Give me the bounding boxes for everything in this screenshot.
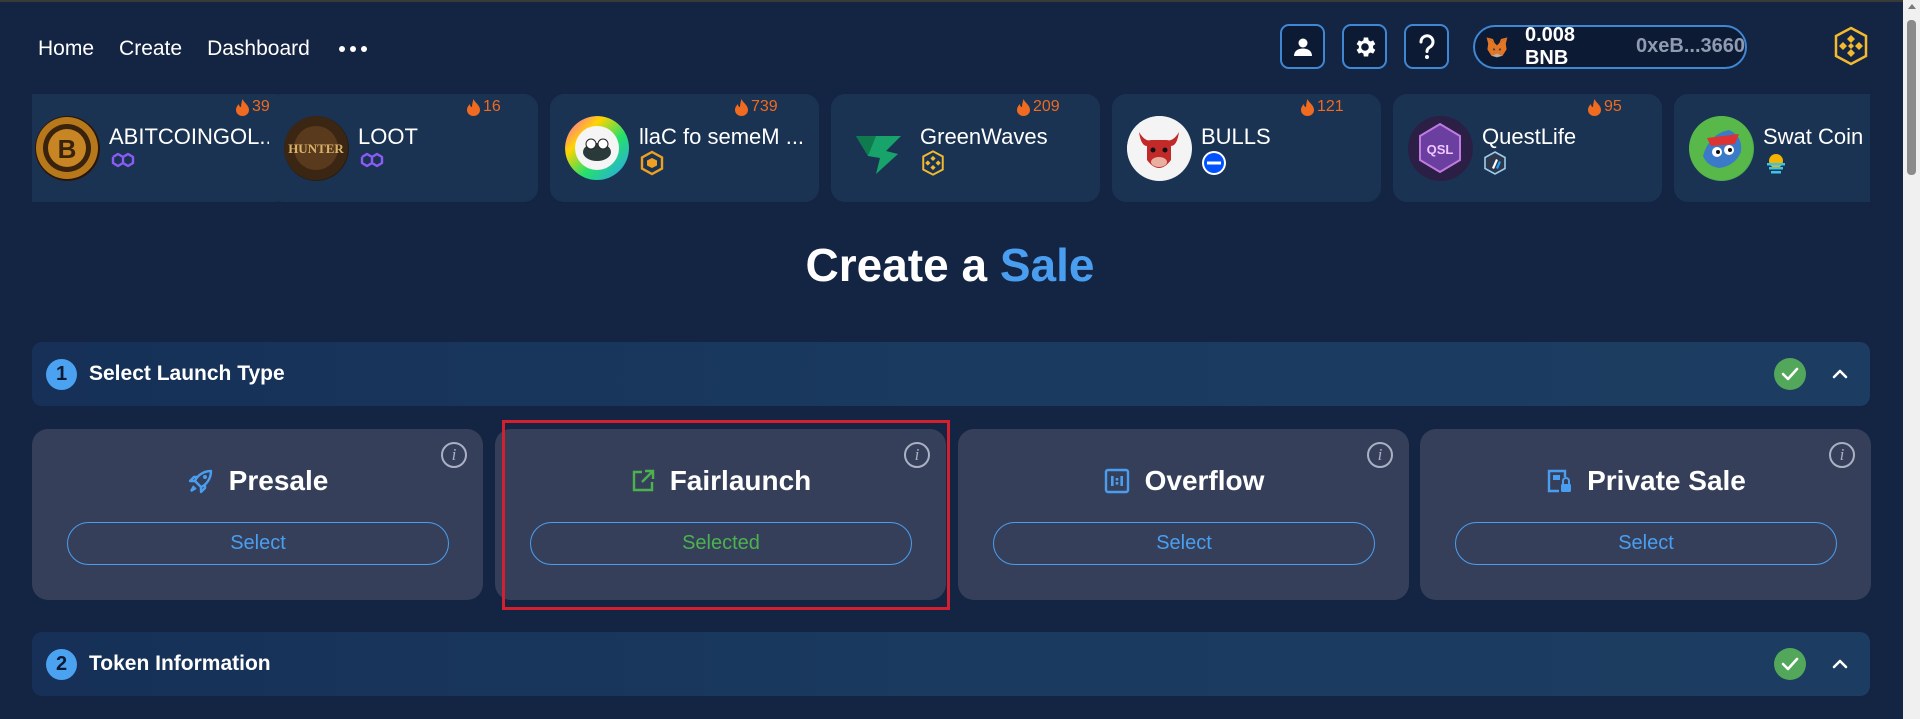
fire-icon [1301, 98, 1314, 116]
base-icon [1201, 150, 1227, 181]
scrollbar-thumb[interactable] [1907, 20, 1916, 175]
token-name: Swat Coin [1763, 124, 1864, 149]
trend-count: 95 [1588, 98, 1622, 116]
token-logo: HUNTER [284, 116, 349, 181]
gear-icon [1356, 36, 1375, 57]
more-dot-icon [349, 46, 356, 52]
select-presale-button[interactable]: Select [67, 522, 449, 565]
token-logo: QSL [1408, 116, 1473, 181]
launch-card-private-sale[interactable]: i Private Sale Select [1420, 429, 1871, 600]
token-logo [1689, 116, 1754, 181]
polygon-icon [109, 150, 137, 175]
more-dot-icon [338, 46, 345, 52]
trending-card[interactable]: B 39 ABITCOINGOL... [32, 94, 289, 202]
fire-icon [236, 98, 249, 116]
svg-text:B: B [58, 134, 77, 164]
token-name: BULLS [1201, 124, 1271, 149]
profile-button[interactable] [1280, 24, 1325, 69]
hexagon-chain-icon [639, 150, 665, 181]
question-icon [1418, 33, 1434, 59]
trending-card[interactable]: HUNTER 16 LOOT [269, 94, 538, 202]
trending-strip: B 39 ABITCOINGOL... HUNTER 16 LOOT 739 l… [32, 94, 1870, 202]
trending-card[interactable]: 739 llaC fo semeM ... [550, 94, 819, 202]
launch-title: Overflow [1144, 465, 1265, 496]
wallet-balance: 0.008 BNB [1524, 23, 1576, 69]
nav-create-link[interactable]: Create [119, 37, 182, 61]
svg-text:HUNTER: HUNTER [288, 141, 344, 156]
rocket-icon [188, 469, 212, 494]
nav-dashboard-link[interactable]: Dashboard [207, 37, 310, 61]
trending-card[interactable]: QSL 95 QuestLife [1393, 94, 1662, 202]
step-number: 1 [46, 359, 77, 390]
token-logo [565, 116, 630, 181]
help-button[interactable] [1404, 24, 1449, 69]
token-name: llaC fo semeM ... [639, 124, 805, 149]
main-nav: Home Create Dashboard [38, 36, 367, 62]
check-icon [1774, 358, 1806, 390]
wallet-button[interactable]: 0.008 BNB 0xeB...3660 [1473, 23, 1747, 69]
trend-count: 209 [1017, 98, 1060, 116]
token-logo: B [35, 116, 100, 181]
bnb-chain-selector[interactable] [1831, 26, 1871, 71]
section-token-information[interactable]: 2 Token Information [32, 632, 1870, 696]
svg-text:QSL: QSL [1427, 142, 1454, 157]
fire-icon [1017, 98, 1030, 116]
user-icon [1293, 38, 1312, 56]
trend-count: 121 [1301, 98, 1344, 116]
trending-card[interactable]: 121 BULLS [1112, 94, 1381, 202]
sun-chain-icon [1763, 150, 1789, 181]
chevron-up-icon[interactable] [1830, 654, 1850, 679]
token-name: QuestLife [1482, 124, 1577, 149]
launch-card-presale[interactable]: i Presale Select [32, 429, 483, 600]
scroll-up-arrow-icon[interactable] [1908, 4, 1916, 9]
bnb-chain-icon [1834, 26, 1868, 66]
trend-count: 16 [467, 98, 501, 116]
launch-title: Presale [228, 465, 329, 496]
fire-icon [467, 98, 480, 116]
launch-card-overflow[interactable]: i Overflow Select [958, 429, 1409, 600]
token-logo [846, 116, 911, 181]
fire-icon [735, 98, 748, 116]
trend-count: 739 [735, 98, 778, 116]
more-dot-icon [360, 46, 367, 52]
token-name: ABITCOINGOL... [109, 124, 278, 149]
token-logo [1127, 116, 1192, 181]
page-title: Create a Sale [0, 238, 1900, 292]
section-title: Select Launch Type [89, 362, 285, 385]
selection-highlight-box [502, 420, 950, 610]
section-select-launch-type[interactable]: 1 Select Launch Type [32, 342, 1870, 406]
select-private-sale-button[interactable]: Select [1455, 522, 1837, 565]
page-title-accent: Sale [999, 239, 1095, 291]
trend-count: 39 [236, 98, 270, 116]
select-overflow-button[interactable]: Select [993, 522, 1375, 565]
token-name: LOOT [358, 124, 418, 149]
arbitrum-icon [1482, 150, 1508, 181]
trending-card[interactable]: Swat Coin [1674, 94, 1870, 202]
page-title-prefix: Create a [805, 239, 988, 291]
section-title: Token Information [89, 652, 271, 675]
bnb-icon [920, 150, 946, 181]
step-number: 2 [46, 649, 77, 680]
fire-icon [1588, 98, 1601, 116]
nav-home-link[interactable]: Home [38, 37, 94, 61]
top-actions: 0.008 BNB 0xeB...3660 [1280, 24, 1747, 69]
page-scrollbar[interactable] [1903, 0, 1920, 719]
private-sale-icon [1547, 469, 1572, 493]
launch-title: Private Sale [1587, 465, 1746, 496]
token-name: GreenWaves [920, 124, 1048, 149]
settings-button[interactable] [1342, 24, 1387, 69]
more-menu-button[interactable] [338, 40, 367, 58]
wallet-address: 0xeB...3660 [1636, 35, 1745, 57]
check-icon [1774, 648, 1806, 680]
trending-card[interactable]: 209 GreenWaves [831, 94, 1100, 202]
metamask-fox-icon [1486, 36, 1508, 57]
polygon-icon [358, 150, 386, 175]
chevron-up-icon[interactable] [1830, 364, 1850, 389]
browser-top-line [0, 0, 1920, 2]
overflow-icon [1104, 468, 1129, 494]
